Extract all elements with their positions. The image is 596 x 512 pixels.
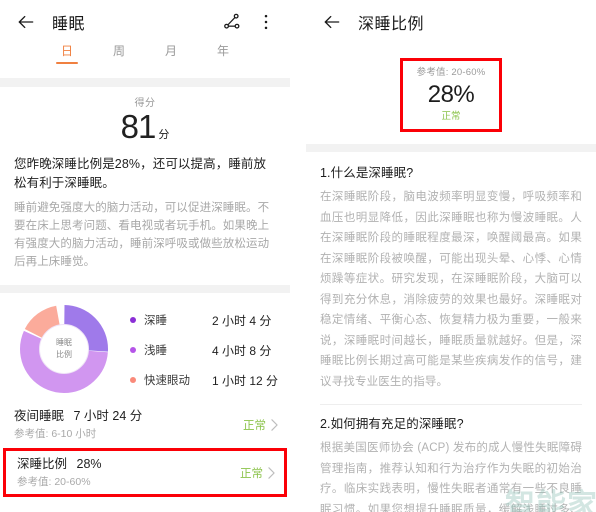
- stat-reference: 参考值: 20-60%: [416, 67, 486, 78]
- score-value-row: 81 分: [0, 108, 290, 146]
- sleep-ratio-chart-block: 睡眠 比例 深睡 2 小时 4 分 浅睡 4 小时 8 分 快速眼动 1 小时 …: [0, 293, 290, 401]
- app-screen: 睡眠 日 周 月 年 得分 81 分 您昨晚深睡比例是28%，还可以提高，睡前放…: [0, 0, 596, 512]
- legend-value-light-sleep: 4 小时 8 分: [212, 343, 272, 358]
- chevron-right-icon[interactable]: [268, 466, 275, 479]
- deep-sleep-stat-card: 参考值: 20-60% 28% 正常: [306, 44, 596, 144]
- sleep-overview-panel: 睡眠 日 周 月 年 得分 81 分 您昨晚深睡比例是28%，还可以提高，睡前放…: [0, 0, 290, 512]
- legend-dot-deep-sleep: [130, 317, 136, 323]
- metric-night-sleep-title: 夜间睡眠 7 小时 24 分: [14, 408, 243, 425]
- metric-row-light-sleep-ratio[interactable]: 浅睡比例 56%: [0, 497, 290, 512]
- score-number: 81: [120, 108, 157, 145]
- donut-center-label: 睡眠 比例: [18, 303, 110, 395]
- sleep-ratio-donut: 睡眠 比例: [18, 303, 110, 395]
- legend-item-rem: 快速眼动 1 小时 12 分: [130, 372, 278, 389]
- tab-year[interactable]: 年: [217, 44, 229, 64]
- donut-center-line2: 比例: [56, 350, 72, 359]
- back-arrow-icon[interactable]: [16, 12, 36, 32]
- legend-dot-light-sleep: [130, 347, 136, 353]
- advice-title: 您昨晚深睡比例是28%，还可以提高，睡前放松有利于深睡眠。: [14, 157, 267, 190]
- metric-deep-sleep-main: 深睡比例 28% 参考值: 20-60%: [17, 456, 240, 489]
- legend-label-deep-sleep: 深睡: [144, 315, 167, 327]
- legend-item-light-sleep: 浅睡 4 小时 8 分: [130, 342, 278, 359]
- detail-section-divider: [306, 144, 596, 152]
- deep-sleep-article: 1.什么是深睡眠? 在深睡眠阶段，脑电波频率明显变慢，呼吸频率和血压也明显降低，…: [306, 152, 596, 512]
- tab-week[interactable]: 周: [113, 44, 125, 64]
- metric-deep-sleep-title: 深睡比例 28%: [17, 456, 240, 473]
- metric-night-sleep-reference: 参考值: 6-10 小时: [14, 428, 97, 440]
- metric-night-sleep-value: 7 小时 24 分: [73, 409, 143, 423]
- donut-center-line1: 睡眠: [56, 338, 72, 347]
- tab-day[interactable]: 日: [55, 44, 79, 64]
- section-divider-top: [0, 78, 290, 87]
- share-icon[interactable]: [222, 12, 242, 32]
- metric-row-deep-sleep-ratio[interactable]: 深睡比例 28% 参考值: 20-60% 正常: [3, 448, 287, 497]
- score-label: 得分: [134, 98, 156, 109]
- detail-page-title: 深睡比例: [358, 16, 425, 33]
- period-tabs: 日 周 月 年: [0, 44, 290, 78]
- panel-gap: [290, 0, 306, 512]
- metric-night-sleep-main: 夜间睡眠 7 小时 24 分 参考值: 6-10 小时: [14, 408, 243, 441]
- legend-item-deep-sleep: 深睡 2 小时 4 分: [130, 312, 278, 329]
- chevron-right-icon[interactable]: [271, 418, 278, 431]
- legend-label-rem: 快速眼动: [144, 375, 190, 387]
- tab-month[interactable]: 月: [165, 44, 177, 64]
- legend-value-rem: 1 小时 12 分: [212, 373, 279, 388]
- back-arrow-icon[interactable]: [322, 12, 342, 32]
- metric-deep-sleep-reference: 参考值: 20-60%: [17, 476, 91, 488]
- article-heading-1: 1.什么是深睡眠?: [320, 166, 414, 180]
- page-title: 睡眠: [52, 16, 86, 33]
- left-topbar: 睡眠: [0, 0, 290, 44]
- right-topbar: 深睡比例: [306, 0, 596, 44]
- legend-value-deep-sleep: 2 小时 4 分: [212, 313, 272, 328]
- metric-night-sleep-name: 夜间睡眠: [14, 409, 65, 423]
- stat-status-badge: 正常: [441, 111, 461, 122]
- article-heading-2: 2.如何拥有充足的深睡眠?: [320, 417, 464, 431]
- status-badge-deep-sleep: 正常: [240, 467, 263, 480]
- article-text-2: 根据美国医师协会 (ACP) 发布的成人慢性失眠障碍管理指南，推荐认知和行为治疗…: [320, 442, 582, 512]
- deep-sleep-stat-box: 参考值: 20-60% 28% 正常: [399, 58, 503, 132]
- sleep-advice-card: 您昨晚深睡比例是28%，还可以提高，睡前放松有利于深睡眠。 睡前避免强度大的脑力…: [0, 146, 290, 285]
- article-text-1: 在深睡眠阶段，脑电波频率明显变慢，呼吸频率和血压也明显降低，因此深睡眠也称为慢波…: [320, 191, 582, 388]
- more-vertical-icon[interactable]: [256, 12, 276, 32]
- legend-label-light-sleep: 浅睡: [144, 345, 167, 357]
- stat-value: 28%: [427, 81, 475, 108]
- status-badge-night-sleep: 正常: [243, 419, 266, 432]
- legend-dot-rem: [130, 377, 136, 383]
- metric-row-night-sleep[interactable]: 夜间睡眠 7 小时 24 分 参考值: 6-10 小时 正常: [0, 401, 290, 448]
- advice-body: 睡前避免强度大的脑力活动，可以促进深睡眠。不要在床上思考问题、看电视或者玩手机。…: [14, 202, 270, 268]
- score-unit: 分: [158, 129, 170, 141]
- sleep-metrics-list: 夜间睡眠 7 小时 24 分 参考值: 6-10 小时 正常 深睡比例 28% …: [0, 401, 290, 512]
- section-divider-mid: [0, 285, 290, 293]
- article-separator: [320, 404, 582, 405]
- deep-sleep-detail-panel: 深睡比例 参考值: 20-60% 28% 正常 1.什么是深睡眠? 在深睡眠阶段…: [306, 0, 596, 512]
- sleep-ratio-legend: 深睡 2 小时 4 分 浅睡 4 小时 8 分 快速眼动 1 小时 12 分: [130, 310, 278, 389]
- metric-deep-sleep-value: 28%: [76, 457, 102, 471]
- metric-deep-sleep-name: 深睡比例: [17, 457, 68, 471]
- sleep-score-card: 得分 81 分: [0, 87, 290, 146]
